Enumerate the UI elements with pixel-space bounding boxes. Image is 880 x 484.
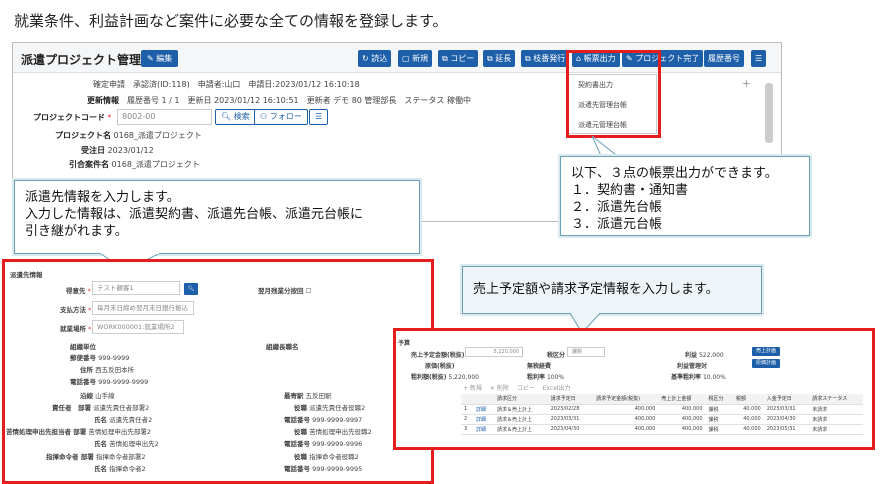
callout-sales: 売上予定額や請求予定情報を入力します。 [462, 266, 762, 314]
branch-label: 枝番発行 [533, 54, 566, 63]
inherit-value: 0168_派遣プロジェクト [111, 160, 200, 169]
highlight-client-info [2, 259, 434, 484]
extend-label: 延長 [495, 54, 512, 63]
menu-icon[interactable]: ☰ [751, 50, 767, 67]
edit-label: 編集 [156, 54, 173, 63]
callout-tail-right [591, 136, 621, 158]
copy-button[interactable]: ⧉ コピー [438, 50, 479, 67]
edit-button[interactable]: ✎ 編集 [141, 50, 179, 67]
callout-client-line1: 派遣先情報を入力します。 [25, 190, 180, 205]
code-input[interactable]: 8002-00 [117, 109, 212, 125]
inherit-label: 引合案件名 [69, 160, 109, 169]
callout-client-info: 派遣先情報を入力します。 入力した情報は、派遣契約書、派遣先台帳、派遣元台帳に … [14, 180, 420, 254]
extend-button[interactable]: ⧉ 延長 [483, 50, 516, 67]
update-label: 更新情報 [87, 96, 119, 105]
callout-reports-line4: ３．派遣元台帳 [571, 217, 663, 232]
page-title: 派遣プロジェクト管理 [21, 53, 142, 67]
search-label: 検索 [233, 112, 250, 121]
code-label: プロジェクトコード [33, 113, 105, 122]
search-button[interactable]: 🔍︎ 検索 [215, 109, 256, 125]
history-button[interactable]: 履歴番号 [704, 50, 744, 67]
page-caption: 就業条件、利益計画など案件に必要な全ての情報を登録します。 [14, 12, 448, 30]
history-label: 履歴番号 [708, 54, 740, 63]
new-label: 新規 [412, 54, 429, 63]
scrollbar[interactable] [765, 83, 773, 143]
update-text: 履歴番号 1 / 1 更新日 2023/01/12 16:10:51 更新者 デ… [127, 96, 471, 105]
callout-client-line2: 入力した情報は、派遣契約書、派遣先台帳、派遣元台帳に [25, 207, 364, 222]
callout-reports: 以下、３点の帳票出力ができます。 １．契約書・通知書 ２．派遣先台帳 ３．派遣元… [560, 156, 810, 236]
callout-client-line3: 引き継がれます。 [25, 224, 128, 239]
callout-reports-line3: ２．派遣先台帳 [571, 200, 663, 215]
load-button[interactable]: ↻ 読込 [358, 50, 392, 67]
status-line: 確定申請 承認済(ID:118) 申請者:山口 申請日:2023/01/12 1… [93, 80, 360, 89]
name-label: プロジェクト名 [55, 131, 111, 140]
list-icon[interactable]: ☰ [309, 109, 329, 125]
order-value: 2023/01/12 [107, 146, 154, 155]
highlight-budget [393, 328, 875, 450]
branch-button[interactable]: ⧉ 枝番発行 [521, 50, 570, 67]
panel-header: 派遣プロジェクト管理 ✎ 編集 ↻ 読込 ▢ 新規 ⧉ コピー ⧉ 延長 ⧉ 枝… [13, 43, 781, 73]
order-label: 受注日 [81, 146, 105, 155]
highlight-report [566, 50, 661, 138]
callout-reports-line2: １．契約書・通知書 [571, 183, 689, 198]
follow-button[interactable]: ⚇ フォロー [254, 109, 308, 125]
copy-label: コピー [450, 54, 475, 63]
follow-label: フォロー [269, 112, 302, 121]
new-button[interactable]: ▢ 新規 [398, 50, 433, 67]
callout-reports-line1: 以下、３点の帳票出力ができます。 [571, 166, 778, 181]
add-icon[interactable]: + [742, 77, 751, 90]
name-value: 0168_派遣プロジェクト [113, 131, 202, 140]
load-label: 読込 [371, 54, 388, 63]
